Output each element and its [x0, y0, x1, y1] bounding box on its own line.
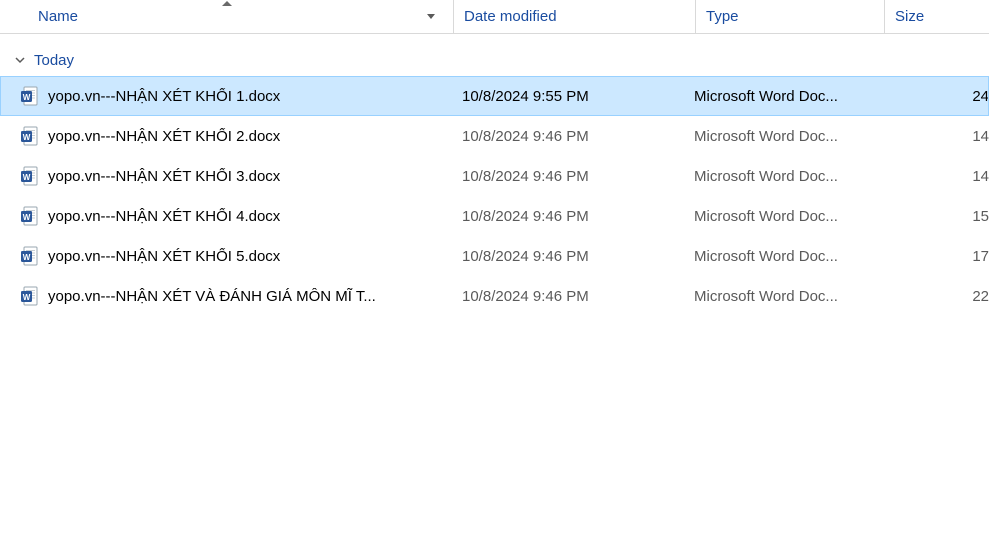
file-name-cell: W yopo.vn---NHẬN XÉT KHỐI 4.docx: [20, 206, 454, 226]
svg-text:W: W: [23, 133, 31, 142]
column-label-date: Date modified: [464, 8, 557, 25]
file-name-cell: W yopo.vn---NHẬN XÉT KHỐI 5.docx: [20, 246, 454, 266]
svg-text:W: W: [23, 173, 31, 182]
file-list: Today W yopo.vn---NHẬN XÉT KHỐI 1.docx10…: [0, 34, 989, 316]
column-dropdown-name[interactable]: [423, 14, 439, 19]
word-document-icon: W: [20, 286, 40, 306]
file-type: Microsoft Word Doc...: [694, 288, 884, 305]
column-header-date[interactable]: Date modified: [454, 0, 696, 33]
file-name: yopo.vn---NHẬN XÉT VÀ ĐÁNH GIÁ MÔN MĨ T.…: [48, 288, 376, 305]
file-name: yopo.vn---NHẬN XÉT KHỐI 1.docx: [48, 88, 280, 105]
column-label-type: Type: [706, 8, 739, 25]
column-label-size: Size: [895, 8, 924, 25]
word-document-icon: W: [20, 246, 40, 266]
word-document-icon: W: [20, 126, 40, 146]
file-name: yopo.vn---NHẬN XÉT KHỐI 3.docx: [48, 168, 280, 185]
group-label: Today: [34, 52, 74, 69]
svg-text:W: W: [23, 93, 31, 102]
file-date: 10/8/2024 9:55 PM: [454, 88, 694, 105]
file-type: Microsoft Word Doc...: [694, 88, 884, 105]
file-size: 14: [884, 168, 989, 185]
file-date: 10/8/2024 9:46 PM: [454, 168, 694, 185]
file-type: Microsoft Word Doc...: [694, 248, 884, 265]
column-label-name: Name: [38, 8, 78, 25]
file-name-cell: W yopo.vn---NHẬN XÉT KHỐI 2.docx: [20, 126, 454, 146]
file-name: yopo.vn---NHẬN XÉT KHỐI 5.docx: [48, 248, 280, 265]
column-header-name[interactable]: Name: [0, 0, 454, 33]
file-date: 10/8/2024 9:46 PM: [454, 248, 694, 265]
file-row[interactable]: W yopo.vn---NHẬN XÉT KHỐI 5.docx10/8/202…: [0, 236, 989, 276]
file-row[interactable]: W yopo.vn---NHẬN XÉT KHỐI 4.docx10/8/202…: [0, 196, 989, 236]
column-header-row: Name Date modified Type Size: [0, 0, 989, 34]
file-size: 15: [884, 208, 989, 225]
file-date: 10/8/2024 9:46 PM: [454, 288, 694, 305]
file-name-cell: W yopo.vn---NHẬN XÉT KHỐI 3.docx: [20, 166, 454, 186]
column-header-size[interactable]: Size: [885, 0, 989, 33]
file-size: 24: [884, 88, 989, 105]
file-date: 10/8/2024 9:46 PM: [454, 128, 694, 145]
file-type: Microsoft Word Doc...: [694, 128, 884, 145]
file-size: 22: [884, 288, 989, 305]
word-document-icon: W: [20, 86, 40, 106]
file-type: Microsoft Word Doc...: [694, 208, 884, 225]
file-name-cell: W yopo.vn---NHẬN XÉT VÀ ĐÁNH GIÁ MÔN MĨ …: [20, 286, 454, 306]
file-date: 10/8/2024 9:46 PM: [454, 208, 694, 225]
group-header-today[interactable]: Today: [0, 44, 989, 76]
word-document-icon: W: [20, 166, 40, 186]
chevron-down-icon: [427, 14, 435, 19]
svg-text:W: W: [23, 293, 31, 302]
file-row[interactable]: W yopo.vn---NHẬN XÉT VÀ ĐÁNH GIÁ MÔN MĨ …: [0, 276, 989, 316]
chevron-down-icon: [14, 54, 26, 66]
file-row[interactable]: W yopo.vn---NHẬN XÉT KHỐI 2.docx10/8/202…: [0, 116, 989, 156]
file-name: yopo.vn---NHẬN XÉT KHỐI 2.docx: [48, 128, 280, 145]
file-size: 17: [884, 248, 989, 265]
file-size: 14: [884, 128, 989, 145]
svg-text:W: W: [23, 213, 31, 222]
column-header-type[interactable]: Type: [696, 0, 885, 33]
svg-text:W: W: [23, 253, 31, 262]
file-type: Microsoft Word Doc...: [694, 168, 884, 185]
word-document-icon: W: [20, 206, 40, 226]
file-name: yopo.vn---NHẬN XÉT KHỐI 4.docx: [48, 208, 280, 225]
file-row[interactable]: W yopo.vn---NHẬN XÉT KHỐI 1.docx10/8/202…: [0, 76, 989, 116]
file-name-cell: W yopo.vn---NHẬN XÉT KHỐI 1.docx: [20, 86, 454, 106]
sort-ascending-icon: [222, 1, 232, 6]
file-row[interactable]: W yopo.vn---NHẬN XÉT KHỐI 3.docx10/8/202…: [0, 156, 989, 196]
